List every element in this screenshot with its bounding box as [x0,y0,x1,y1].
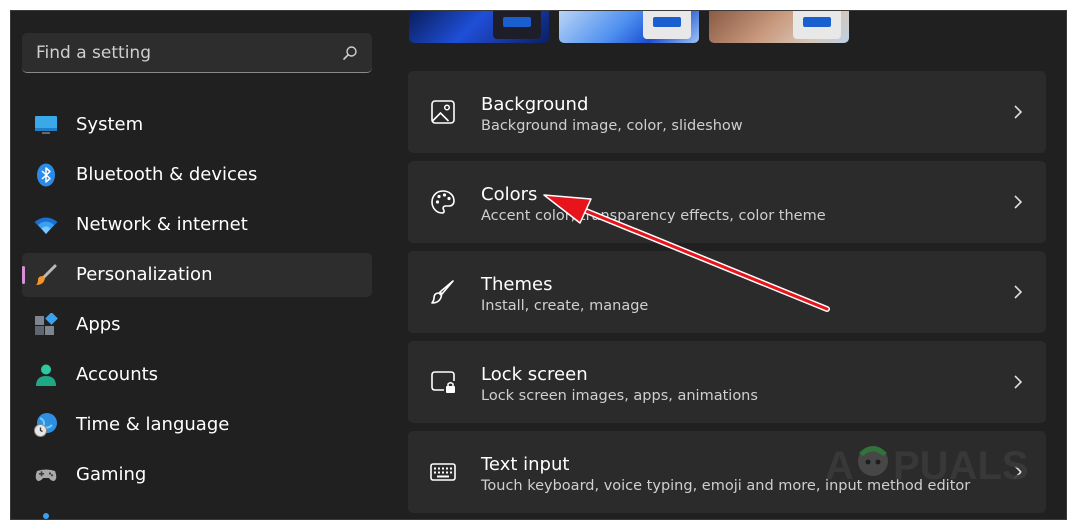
sidebar-item-label: Bluetooth & devices [76,164,258,185]
setting-card-themes[interactable]: Themes Install, create, manage [408,251,1046,333]
window-preview-bar [653,17,681,27]
sidebar-item-label: Personalization [76,264,213,285]
sidebar-item-partial[interactable] [22,503,372,519]
svg-text:PUALS: PUALS [893,444,1029,488]
image-icon [431,100,455,124]
wallpaper-thumbnail[interactable] [409,11,549,43]
sidebar-item-label: Time & language [76,414,230,435]
person-icon [36,364,56,386]
setting-card-colors[interactable]: Colors Accent color, transparency effect… [408,161,1046,243]
card-subtitle: Lock screen images, apps, animations [481,388,758,404]
search-icon[interactable] [342,45,358,61]
settings-window: Find a setting System Bluetooth & device… [10,10,1067,520]
selection-indicator [22,266,25,284]
search-input[interactable]: Find a setting [22,33,372,73]
monitor-icon [35,116,57,134]
sidebar-item-time-language[interactable]: Time & language [22,403,372,447]
card-title: Colors [481,184,538,205]
card-title: Themes [481,274,553,295]
window-preview-bar [503,17,531,27]
sidebar-item-label: Network & internet [76,214,248,235]
sidebar-item-system[interactable]: System [22,103,372,147]
sidebar-item-personalization[interactable]: Personalization [22,253,372,297]
brush-icon [431,280,454,304]
wallpaper-thumbnail[interactable] [709,11,849,43]
sidebar-item-label: Gaming [76,464,147,485]
sidebar-item-bluetooth[interactable]: Bluetooth & devices [22,153,372,197]
lock-screen-icon [431,371,455,393]
card-title: Lock screen [481,364,588,385]
appuals-watermark: A PUALS [825,444,1029,488]
card-subtitle: Install, create, manage [481,298,649,314]
window-preview [793,11,841,39]
wifi-icon [34,217,58,234]
bluetooth-icon [37,163,55,187]
chevron-right-icon [1014,105,1023,119]
paintbrush-icon [36,264,57,285]
setting-card-background[interactable]: Background Background image, color, slid… [408,71,1046,153]
card-title: Background [481,94,589,115]
svg-text:A: A [825,444,854,488]
card-subtitle: Background image, color, slideshow [481,118,743,134]
sidebar-item-accounts[interactable]: Accounts [22,353,372,397]
window-preview [643,11,691,39]
sidebar-item-label: Apps [76,314,121,335]
card-subtitle: Accent color, transparency effects, colo… [481,208,826,224]
accessibility-icon [43,513,49,519]
window-preview [493,11,541,39]
sidebar-item-gaming[interactable]: Gaming [22,453,372,497]
chevron-right-icon [1014,375,1023,389]
setting-card-lock-screen[interactable]: Lock screen Lock screen images, apps, an… [408,341,1046,423]
card-title: Text input [481,454,570,475]
keyboard-icon [430,463,456,481]
sidebar-item-label: Accounts [76,364,159,385]
search-placeholder: Find a setting [36,42,151,63]
sidebar-item-apps[interactable]: Apps [22,303,372,347]
chevron-right-icon [1014,195,1023,209]
palette-icon [431,190,455,214]
sidebar-item-network[interactable]: Network & internet [22,203,372,247]
apps-icon [35,313,58,335]
sidebar-item-label: System [76,114,144,135]
chevron-right-icon [1014,285,1023,299]
window-preview-bar [803,17,831,27]
gamepad-icon [35,469,57,481]
globe-clock-icon [34,413,57,437]
wallpaper-thumbnail[interactable] [559,11,699,43]
